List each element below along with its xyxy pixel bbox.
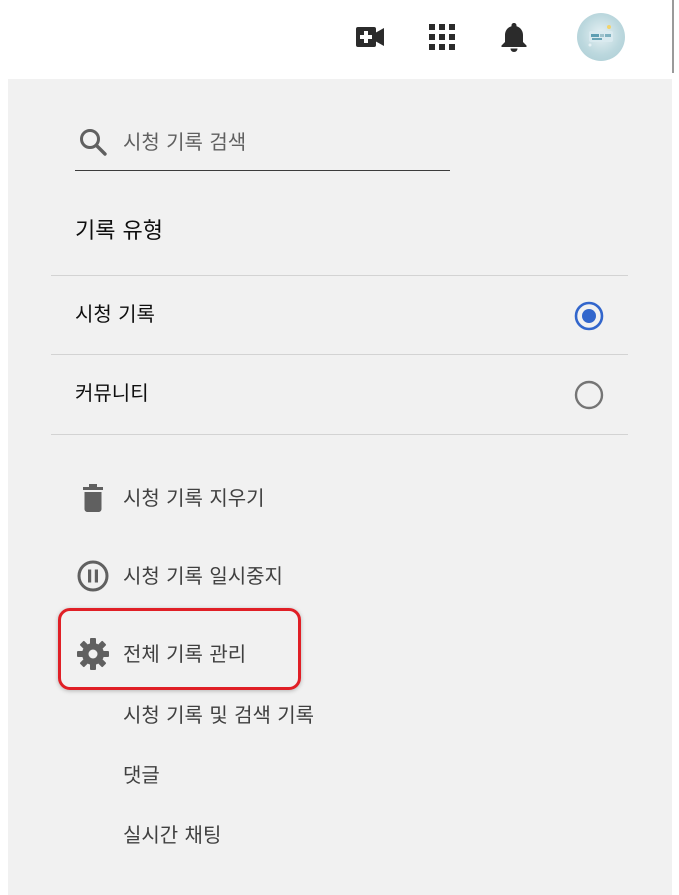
history-sidebar: 기록 유형 시청 기록 커뮤니티 시청 기록 지우기 시청 기록 일시중지: [8, 79, 672, 895]
sub-link-comments[interactable]: 댓글: [123, 761, 160, 789]
divider: [51, 434, 628, 435]
scrollbar-edge: [672, 0, 674, 73]
clear-history-button[interactable]: 시청 기록 지우기: [75, 474, 375, 524]
top-bar: [0, 0, 672, 79]
pause-history-label: 시청 기록 일시중지: [123, 564, 283, 588]
highlight-annotation: [58, 608, 301, 690]
video-create-icon[interactable]: [353, 20, 387, 54]
history-type-watch[interactable]: 시청 기록: [51, 276, 628, 354]
history-type-community[interactable]: 커뮤니티: [51, 355, 628, 433]
clear-history-label: 시청 기록 지우기: [123, 486, 265, 510]
avatar[interactable]: [577, 13, 625, 61]
sub-link-live-chat[interactable]: 실시간 채팅: [123, 821, 221, 849]
pause-circle-icon: [77, 560, 109, 592]
search-input[interactable]: [123, 123, 443, 161]
history-type-label: 시청 기록: [75, 302, 155, 326]
history-type-title: 기록 유형: [75, 219, 163, 244]
history-type-label: 커뮤니티: [75, 381, 149, 405]
radio-unselected[interactable]: [574, 380, 604, 410]
bell-icon[interactable]: [496, 19, 532, 55]
search-box[interactable]: [75, 117, 450, 171]
pause-history-button[interactable]: 시청 기록 일시중지: [75, 552, 375, 602]
sub-link-watch-search-history[interactable]: 시청 기록 및 검색 기록: [123, 701, 314, 729]
search-icon: [80, 129, 107, 156]
trash-icon: [83, 484, 103, 512]
apps-grid-icon[interactable]: [425, 20, 459, 54]
radio-selected[interactable]: [574, 301, 604, 331]
avatar-image: [588, 25, 613, 47]
